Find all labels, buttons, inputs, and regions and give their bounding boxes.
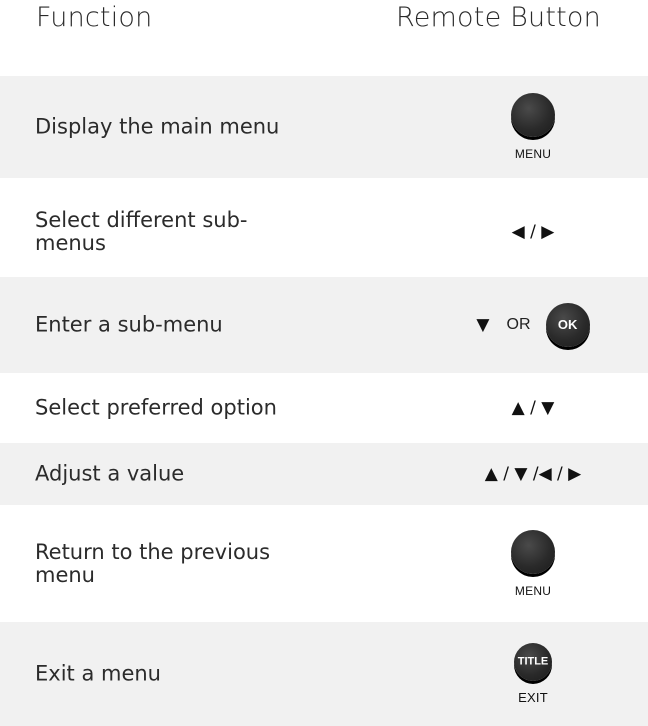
remote-button-cell: MENU [386,512,648,616]
remote-button-cell: ▲ / ▼ [386,373,648,443]
remote-button-cell: ▼ OR OK [386,277,648,373]
table-row: Enter a sub-menu ▼ OR OK [0,277,648,373]
table-row: Adjust a value ▲ / ▼ /◀ / ▶ [0,443,648,505]
function-text: Enter a sub-menu [35,312,223,337]
button-caption: MENU [514,147,552,161]
button-caption: EXIT [518,690,548,705]
table-header: Function Remote Button [0,0,648,62]
remote-button-column-header: Remote Button [396,2,601,33]
button-caption: MENU [514,584,552,598]
or-text: OR [506,316,531,333]
function-text: Select different sub-menus [35,208,248,255]
function-column-header: Function [36,2,153,33]
table-row: Select different sub-menus ◀ / ▶ [0,187,648,277]
left-right-arrows-icon: ◀ / ▶ [511,222,555,242]
function-text: Display the main menu [35,114,280,139]
remote-button-cell: MENU [386,76,648,178]
table-row: Select preferred option ▲ / ▼ [0,373,648,443]
remote-button-cell: ◀ / ▶ [386,187,648,277]
direction-arrows-icon: ▲ / ▼ /◀ / ▶ [484,464,582,484]
function-text: Adjust a value [35,461,185,486]
ok-button-icon: OK [545,303,590,347]
function-text: Exit a menu [35,661,161,686]
table-row: Display the main menu MENU [0,76,648,178]
down-arrow-icon: ▼ [476,315,490,335]
function-text: Select preferred option [35,395,277,420]
up-down-arrows-icon: ▲ / ▼ [511,398,555,418]
table-row: Return to the previous menu MENU [0,512,648,616]
title-label: TITLE [517,655,549,668]
title-button-icon: TITLE [514,643,552,681]
ok-label: OK [557,316,578,332]
menu-button-icon [511,530,555,574]
menu-button-icon [511,93,555,137]
table-row: Exit a menu TITLE EXIT [0,622,648,726]
function-text: Return to the previous menu [35,540,271,587]
remote-button-cell: ▲ / ▼ /◀ / ▶ [386,443,648,505]
remote-button-cell: TITLE EXIT [386,622,648,726]
